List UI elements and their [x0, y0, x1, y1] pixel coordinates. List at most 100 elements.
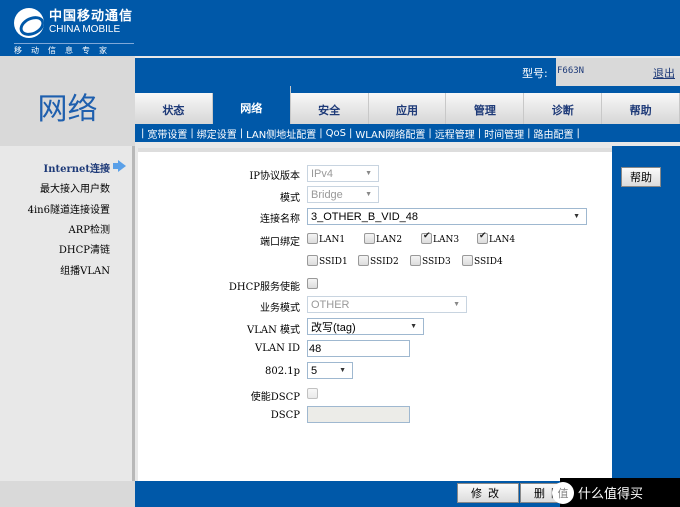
dot1p-select[interactable]: 5 ▼ — [307, 362, 353, 379]
lan1-label: LAN1 — [319, 235, 346, 245]
ssid3-checkbox[interactable] — [410, 255, 421, 266]
mode-value: Bridge — [311, 188, 343, 201]
tab-management[interactable]: 管理 — [446, 93, 525, 126]
lan2-label: LAN2 — [376, 235, 403, 245]
separator: | — [141, 127, 145, 139]
connection-name-value: 3_OTHER_B_VID_48 — [311, 210, 418, 223]
subnav-qos[interactable]: QoS — [326, 128, 346, 139]
connection-name-label: 连接名称 — [260, 214, 300, 225]
separator: | — [190, 127, 194, 139]
ssid2-checkbox[interactable] — [358, 255, 369, 266]
ip-version-value: IPv4 — [311, 167, 334, 180]
separator: | — [348, 127, 353, 139]
lan4-checkbox[interactable] — [477, 231, 488, 244]
dhcp-enable-label: DHCP服务使能 — [228, 282, 300, 293]
dot1p-value: 5 — [311, 364, 318, 377]
main-tabs: 状态 网络 安全 应用 管理 诊断 帮助 — [135, 86, 680, 126]
ssid4-label: SSID4 — [474, 257, 503, 267]
subnav-broadband[interactable]: 宽带设置 — [147, 126, 187, 141]
china-mobile-logo: 中国移动通信 CHINA MOBILE — [14, 8, 133, 38]
tab-application[interactable]: 应用 — [368, 93, 447, 126]
separator: | — [428, 127, 432, 139]
vlan-id-input[interactable]: 48 — [307, 340, 410, 357]
vlan-mode-select[interactable]: 改写(tag) ▼ — [307, 318, 424, 335]
dscp-enable-checkbox[interactable] — [307, 388, 318, 399]
dropdown-arrow-icon: ▼ — [410, 323, 417, 330]
dropdown-arrow-icon: ▼ — [453, 301, 460, 308]
lan4-label: LAN4 — [489, 235, 516, 245]
dropdown-arrow-icon: ▼ — [339, 367, 346, 374]
sidebar: Internet连接 最大接入用户数 4in6隧道连接设置 ARP检测 DHCP… — [0, 146, 135, 481]
separator: | — [477, 127, 482, 139]
watermark-badge-icon: 值 — [552, 481, 574, 504]
ip-version-label: IP协议版本 — [249, 171, 300, 182]
lan3-checkbox[interactable] — [421, 231, 432, 244]
lan2-checkbox[interactable] — [364, 233, 375, 244]
mode-label: 模式 — [280, 193, 300, 204]
mode-select[interactable]: Bridge ▼ — [307, 186, 379, 203]
subnav-binding[interactable]: 绑定设置 — [197, 126, 237, 141]
ssid3-label: SSID3 — [422, 257, 451, 267]
sub-navigation: | 宽带设置 | 绑定设置 | LAN侧地址配置 | QoS | WLAN网络配… — [135, 124, 680, 142]
model-value: F663N — [557, 66, 585, 76]
dhcp-enable-checkbox[interactable] — [307, 278, 318, 289]
arrow-right-icon — [113, 160, 126, 172]
sidebar-item-dhcp[interactable]: DHCP清链 — [59, 241, 110, 256]
vlan-id-label: VLAN ID — [255, 343, 300, 354]
ssid2-label: SSID2 — [370, 257, 399, 267]
china-mobile-logo-icon — [14, 8, 44, 38]
brand-name-en: CHINA MOBILE — [49, 24, 121, 35]
ip-version-select[interactable]: IPv4 ▼ — [307, 165, 379, 182]
modify-button[interactable]: 修改 — [457, 483, 519, 503]
subnav-wlan[interactable]: WLAN网络配置 — [355, 126, 425, 141]
right-panel — [612, 146, 680, 481]
sidebar-item-arp[interactable]: ARP检测 — [69, 221, 110, 236]
dropdown-arrow-icon: ▼ — [365, 191, 372, 198]
service-mode-select[interactable]: OTHER ▼ — [307, 296, 467, 313]
brand-name-cn: 中国移动通信 — [49, 9, 134, 24]
dscp-enable-label: 使能DSCP — [250, 392, 300, 403]
sidebar-item-4in6[interactable]: 4in6隧道连接设置 — [28, 201, 110, 216]
dscp-input[interactable] — [307, 406, 410, 423]
tab-security[interactable]: 安全 — [290, 93, 369, 126]
dropdown-arrow-icon: ▼ — [573, 213, 580, 220]
sidebar-item-max-users[interactable]: 最大接入用户数 — [40, 180, 110, 195]
ssid4-checkbox[interactable] — [462, 255, 473, 266]
separator: | — [319, 127, 323, 139]
service-mode-value: OTHER — [311, 298, 350, 311]
port-binding-label: 端口绑定 — [260, 237, 300, 248]
dropdown-arrow-icon: ▼ — [365, 170, 372, 177]
model-label: 型号: — [522, 67, 548, 80]
tab-network[interactable]: 网络 — [212, 86, 291, 126]
connection-name-select[interactable]: 3_OTHER_B_VID_48 ▼ — [307, 208, 587, 225]
brand-slogan: 移动信息专家 — [14, 43, 134, 56]
separator: | — [527, 127, 531, 139]
watermark: 值 什么值得买 — [552, 478, 680, 507]
lan3-label: LAN3 — [433, 235, 460, 245]
service-mode-label: 业务模式 — [260, 303, 300, 314]
ssid1-label: SSID1 — [319, 257, 348, 267]
sidebar-item-internet[interactable]: Internet连接 — [44, 160, 110, 175]
dscp-label: DSCP — [270, 410, 300, 421]
tab-diagnosis[interactable]: 诊断 — [524, 93, 603, 126]
separator: | — [239, 127, 244, 139]
lan1-checkbox[interactable] — [307, 233, 318, 244]
dot1p-label: 802.1p — [264, 366, 300, 377]
vlan-mode-value: 改写(tag) — [311, 321, 356, 334]
tab-help[interactable]: 帮助 — [602, 93, 680, 126]
ssid1-checkbox[interactable] — [307, 255, 318, 266]
logout-link[interactable]: 退出 — [653, 65, 675, 81]
subnav-lan-address[interactable]: LAN侧地址配置 — [246, 126, 316, 141]
separator: | — [576, 127, 580, 139]
tab-status[interactable]: 状态 — [135, 93, 213, 126]
footer-left — [0, 481, 135, 507]
watermark-text: 什么值得买 — [578, 487, 644, 502]
sidebar-item-multicast-vlan[interactable]: 组播VLAN — [60, 262, 110, 277]
section-title: 网络 — [37, 92, 98, 127]
subnav-time[interactable]: 时间管理 — [484, 126, 524, 141]
subnav-routing[interactable]: 路由配置 — [533, 126, 573, 141]
help-button[interactable]: 帮助 — [621, 167, 661, 187]
vlan-id-value: 48 — [309, 342, 322, 355]
vlan-mode-label: VLAN 模式 — [246, 325, 300, 336]
subnav-remote[interactable]: 远程管理 — [435, 126, 475, 141]
